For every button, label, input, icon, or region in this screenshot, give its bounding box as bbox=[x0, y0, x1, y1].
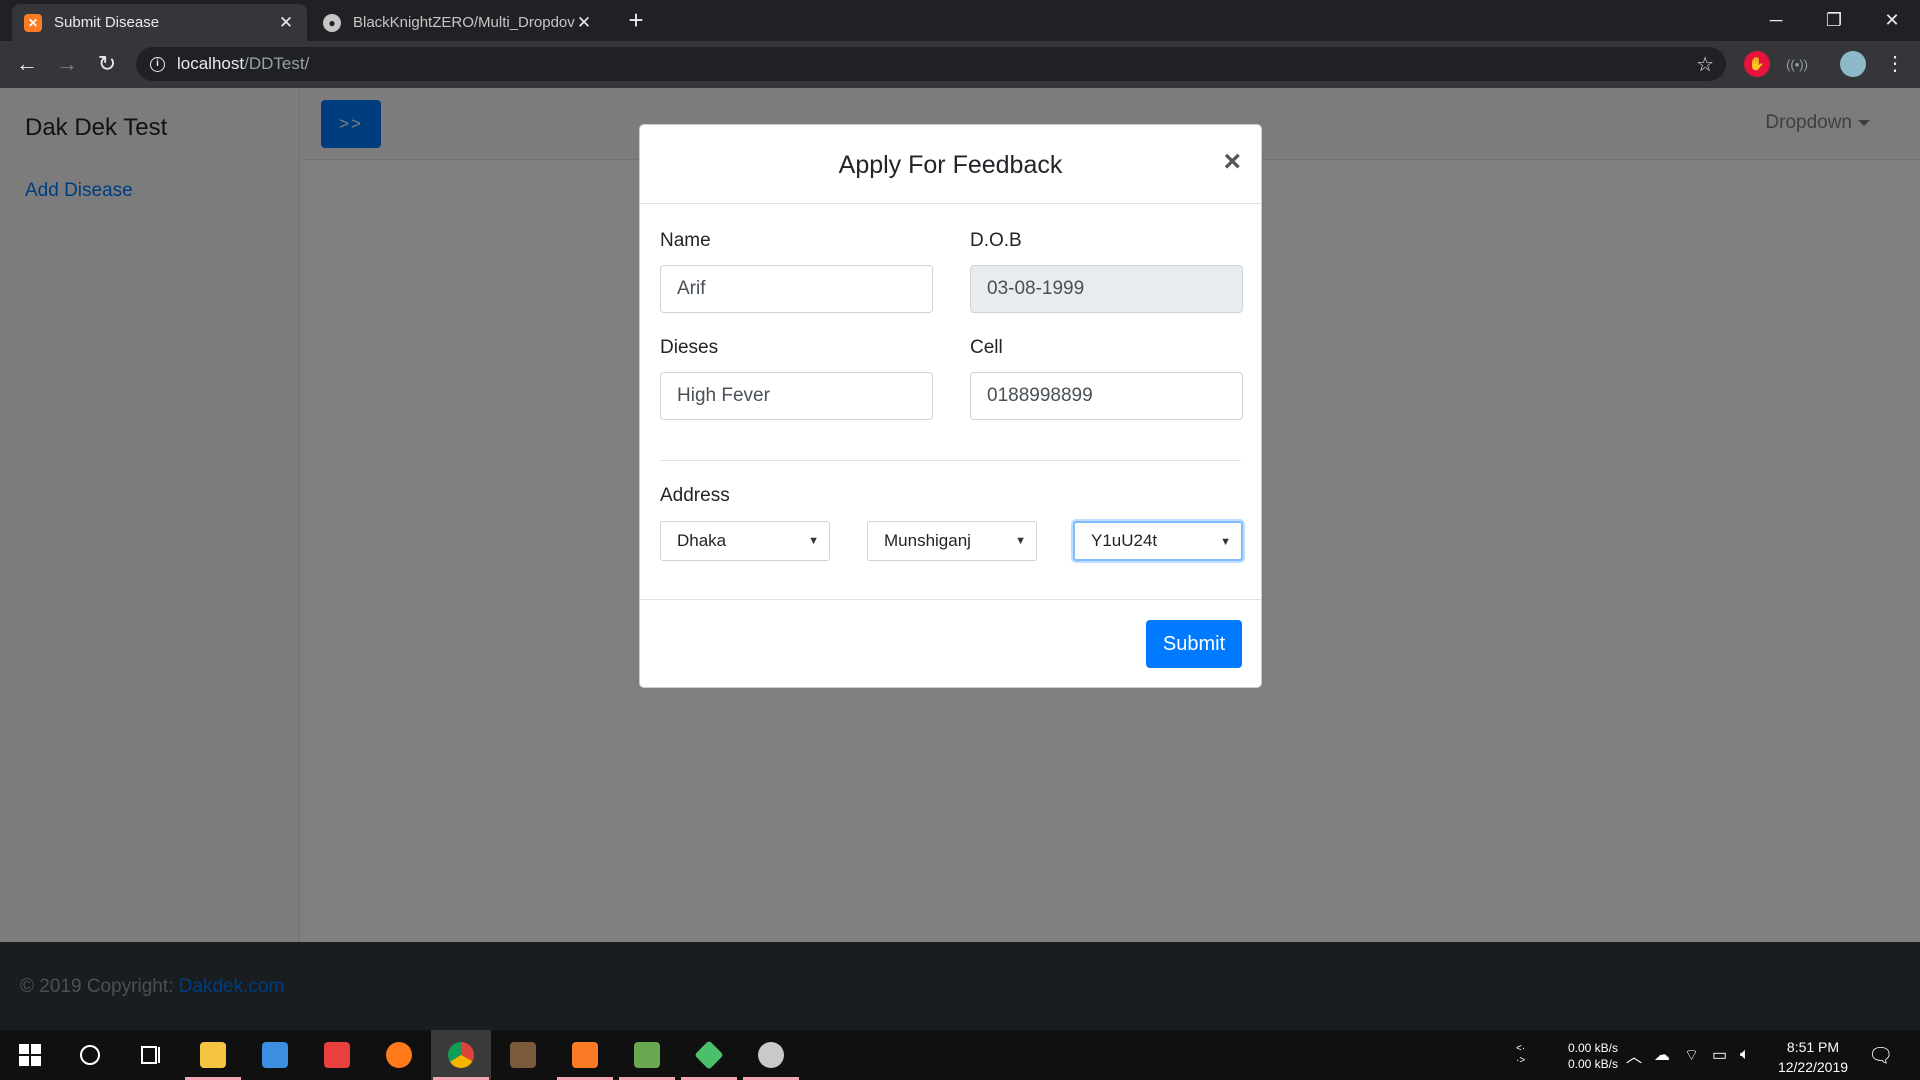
search-icon[interactable] bbox=[60, 1030, 120, 1080]
disease-field[interactable]: High Fever bbox=[660, 372, 933, 420]
close-tab-icon[interactable]: ✕ bbox=[277, 13, 295, 33]
adblock-extension-icon[interactable]: ✋ bbox=[1744, 51, 1770, 77]
select-arrow-icon: ▼ bbox=[1015, 535, 1026, 547]
modal-title: Apply For Feedback bbox=[838, 151, 1063, 179]
github-favicon-icon: ● bbox=[323, 13, 341, 32]
forward-arrow-icon[interactable]: → bbox=[52, 49, 82, 79]
clock-time: 8:51 PM bbox=[1786, 1039, 1840, 1055]
submit-button[interactable]: Submit bbox=[1146, 620, 1242, 668]
wifi-icon[interactable]: ⌔ bbox=[1684, 1030, 1699, 1080]
division-value: Dhaka bbox=[677, 531, 727, 550]
minimize-icon[interactable]: ─ bbox=[1748, 0, 1804, 41]
network-speed: 0.00 kB/s 0.00 kB/s bbox=[1566, 1040, 1618, 1072]
battery-icon[interactable]: ▭ bbox=[1712, 1030, 1727, 1080]
net-down: 0.00 kB/s bbox=[1567, 1057, 1618, 1071]
url-path: /DDTest/ bbox=[244, 54, 310, 73]
xampp-icon[interactable] bbox=[555, 1030, 615, 1080]
url-host: localhost bbox=[177, 54, 245, 73]
firefox-icon[interactable] bbox=[369, 1030, 429, 1080]
browser-toolbar: ← → ↻ i localhost/DDTest/ ☆ ✋ ((•)) ⋮ bbox=[0, 41, 1920, 88]
network-arrows-icon: <· ·> bbox=[1516, 1043, 1526, 1066]
address-label: Address bbox=[660, 485, 730, 506]
clock-date: 12/22/2019 bbox=[1777, 1059, 1849, 1075]
feedback-modal: Apply For Feedback × Name Arif D.O.B 03-… bbox=[639, 124, 1262, 688]
restore-icon[interactable]: ❐ bbox=[1806, 0, 1862, 41]
dob-label: D.O.B bbox=[970, 230, 1022, 251]
browser-tab-bar: ✕ Submit Disease ✕ ● BlackKnightZERO/Mul… bbox=[0, 0, 1920, 41]
new-tab-plus-icon[interactable]: + bbox=[622, 7, 650, 35]
bookmark-star-icon[interactable]: ☆ bbox=[1696, 52, 1714, 77]
close-window-icon[interactable]: ✕ bbox=[1864, 0, 1920, 41]
tab-title: BlackKnightZERO/Multi_Dropdov bbox=[353, 14, 575, 31]
windows-taskbar: <· ·> 0.00 kB/s 0.00 kB/s ︿ ☁ ⌔ ▭ 🔈︎ 8:51… bbox=[0, 1030, 1920, 1080]
tab-title: Submit Disease bbox=[54, 14, 160, 31]
notifications-icon[interactable]: 🗨︎ bbox=[1868, 1030, 1893, 1080]
git-icon[interactable] bbox=[679, 1030, 739, 1080]
close-tab-icon[interactable]: ✕ bbox=[575, 13, 593, 33]
gift-app-icon[interactable] bbox=[307, 1030, 367, 1080]
select-arrow-icon: ▼ bbox=[808, 535, 819, 547]
back-arrow-icon[interactable]: ← bbox=[12, 49, 42, 79]
cell-label: Cell bbox=[970, 337, 1003, 358]
select-arrow-icon: ▼ bbox=[1220, 536, 1231, 548]
chrome-icon[interactable] bbox=[431, 1030, 491, 1080]
modal-footer-divider bbox=[640, 599, 1261, 600]
cast-extension-icon[interactable]: ((•)) bbox=[1784, 51, 1810, 77]
tab-github[interactable]: ● BlackKnightZERO/Multi_Dropdov ✕ bbox=[311, 4, 605, 41]
modal-header: Apply For Feedback × bbox=[640, 125, 1261, 204]
address-bar[interactable]: i localhost/DDTest/ ☆ bbox=[136, 47, 1726, 81]
area-select[interactable]: Y1uU24t ▼ bbox=[1073, 521, 1243, 561]
app-icon[interactable] bbox=[493, 1030, 553, 1080]
division-select[interactable]: Dhaka ▼ bbox=[660, 521, 830, 561]
file-explorer-icon[interactable] bbox=[183, 1030, 243, 1080]
net-up: 0.00 kB/s bbox=[1567, 1041, 1618, 1055]
chrome-menu-icon[interactable]: ⋮ bbox=[1880, 49, 1910, 79]
name-field[interactable]: Arif bbox=[660, 265, 933, 313]
name-label: Name bbox=[660, 230, 711, 251]
reload-icon[interactable]: ↻ bbox=[92, 49, 122, 79]
system-clock[interactable]: 8:51 PM 12/22/2019 bbox=[1772, 1037, 1854, 1077]
store-icon[interactable] bbox=[245, 1030, 305, 1080]
close-icon[interactable]: × bbox=[1223, 147, 1241, 177]
chevron-up-icon[interactable]: ︿ bbox=[1626, 1030, 1642, 1080]
district-select[interactable]: Munshiganj ▼ bbox=[867, 521, 1037, 561]
windows-start-icon[interactable] bbox=[0, 1030, 60, 1080]
xampp-favicon-icon: ✕ bbox=[24, 13, 42, 32]
area-value: Y1uU24t bbox=[1091, 531, 1158, 550]
site-info-icon[interactable]: i bbox=[150, 56, 165, 72]
tab-submit-disease[interactable]: ✕ Submit Disease ✕ bbox=[12, 4, 307, 41]
task-view-icon[interactable] bbox=[120, 1030, 180, 1080]
dob-field[interactable]: 03-08-1999 bbox=[970, 265, 1243, 313]
district-value: Munshiganj bbox=[884, 531, 971, 550]
profile-avatar[interactable] bbox=[1840, 51, 1866, 77]
form-divider bbox=[660, 460, 1241, 461]
paint-icon[interactable] bbox=[741, 1030, 801, 1080]
volume-icon[interactable]: 🔈︎ bbox=[1740, 1030, 1750, 1080]
cell-field[interactable]: 0188998899 bbox=[970, 372, 1243, 420]
image-editor-icon[interactable] bbox=[617, 1030, 677, 1080]
onedrive-cloud-icon[interactable]: ☁ bbox=[1654, 1030, 1670, 1080]
disease-label: Dieses bbox=[660, 337, 719, 358]
